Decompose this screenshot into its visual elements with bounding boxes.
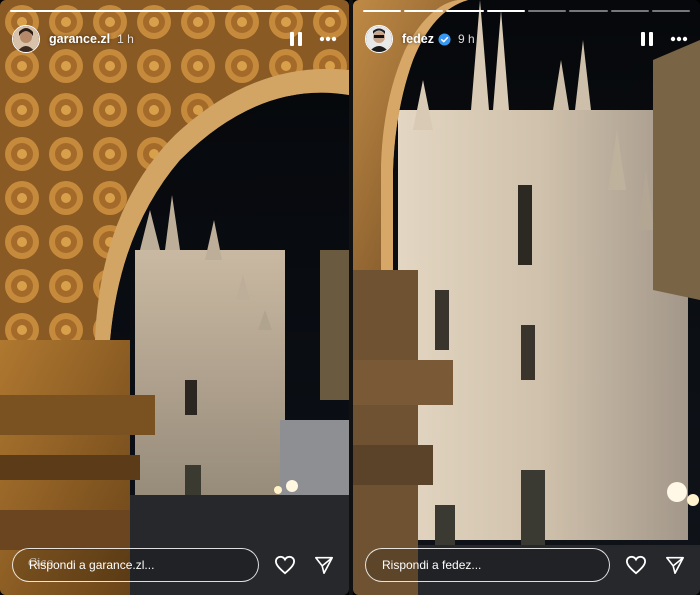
story-image-arch-duomo [0,0,349,595]
send-icon[interactable] [311,552,337,578]
reply-input[interactable]: Rispondi a garance.zl... [12,548,259,582]
progress-segment [569,10,608,12]
timestamp: 9 h [457,32,475,46]
progress-segment [486,10,525,12]
pause-icon[interactable] [285,28,307,50]
heart-icon[interactable] [623,552,649,578]
username[interactable]: fedez [402,32,434,46]
story-garance[interactable]: garance.zl 1 h Ciao Rispondi a garance.z… [0,0,349,595]
progress-segment [528,10,567,12]
progress-segment [651,10,690,12]
story-header: garance.zl 1 h [12,24,339,54]
avatar[interactable] [365,25,393,53]
more-options-icon[interactable] [317,28,339,50]
story-fedez[interactable]: fedez 9 h Rispondi a fedez... [353,0,700,595]
username[interactable]: garance.zl [49,32,110,46]
story-image-duomo-facade [353,0,700,595]
story-footer: Rispondi a fedez... [353,535,700,595]
progress-segment [363,10,402,12]
progress-segment [10,10,339,12]
progress-segment [610,10,649,12]
progress-bar [363,10,690,12]
pause-icon[interactable] [636,28,658,50]
heart-icon[interactable] [272,552,298,578]
timestamp: 1 h [117,32,134,46]
more-options-icon[interactable] [668,28,690,50]
progress-bar [10,10,339,12]
story-footer: Rispondi a garance.zl... [0,535,349,595]
send-icon[interactable] [662,552,688,578]
story-header: fedez 9 h [365,24,690,54]
progress-segment [404,10,443,12]
verified-badge-icon [438,32,451,46]
avatar[interactable] [12,25,40,53]
progress-segment [445,10,484,12]
reply-input[interactable]: Rispondi a fedez... [365,548,610,582]
